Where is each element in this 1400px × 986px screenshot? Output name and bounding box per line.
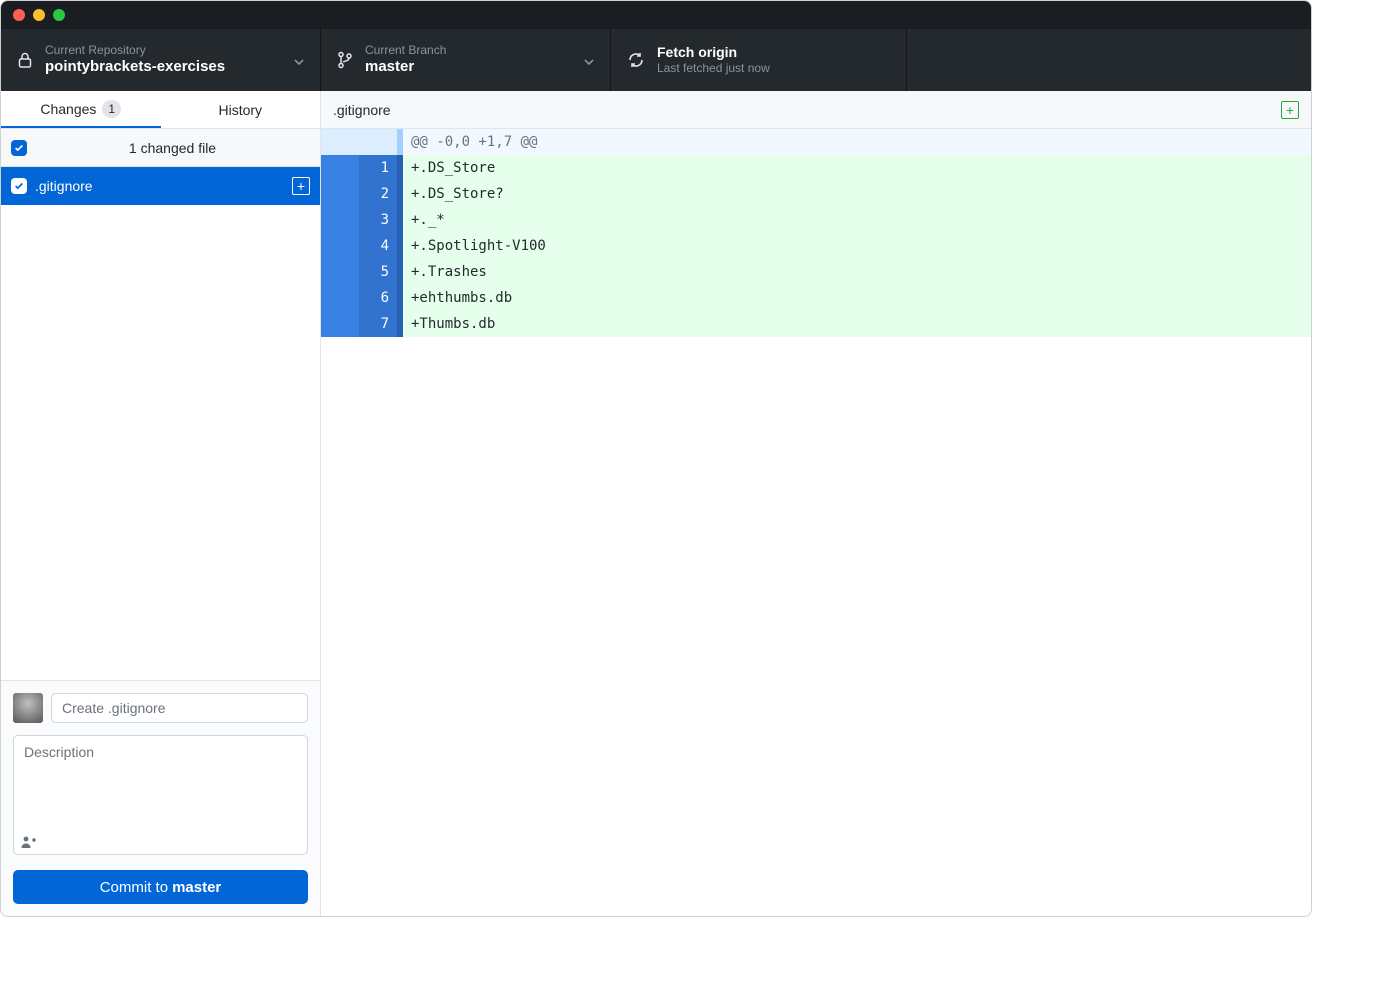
avatar xyxy=(13,693,43,723)
commit-form: Commit to master xyxy=(1,680,320,916)
add-coauthor-icon[interactable] xyxy=(21,835,37,852)
line-number: 7 xyxy=(359,311,397,337)
line-number: 1 xyxy=(359,155,397,181)
diff-line[interactable]: 3 +._* xyxy=(321,207,1311,233)
fetch-subtitle: Last fetched just now xyxy=(657,61,770,76)
diff-pane: .gitignore + @@ -0,0 +1,7 @@ 1 +.DS_Stor… xyxy=(321,91,1311,916)
line-code: +.DS_Store xyxy=(403,155,1311,181)
tab-changes-label: Changes xyxy=(40,101,96,117)
fetch-title: Fetch origin xyxy=(657,44,770,62)
diff-line[interactable]: 7 +Thumbs.db xyxy=(321,311,1311,337)
sync-icon xyxy=(627,51,645,69)
diff-added-icon: + xyxy=(1281,101,1299,119)
commit-button-branch: master xyxy=(172,879,221,896)
window-close-button[interactable] xyxy=(13,9,25,21)
line-number: 4 xyxy=(359,233,397,259)
line-number: 6 xyxy=(359,285,397,311)
line-code: +.Trashes xyxy=(403,259,1311,285)
commit-description-input[interactable] xyxy=(13,735,308,855)
line-code: +ehthumbs.db xyxy=(403,285,1311,311)
body: Changes 1 History 1 changed file xyxy=(1,91,1311,916)
hunk-text: @@ -0,0 +1,7 @@ xyxy=(403,129,1311,155)
repo-name: pointybrackets-exercises xyxy=(45,58,225,77)
changes-header: 1 changed file xyxy=(1,129,320,167)
line-number: 3 xyxy=(359,207,397,233)
line-code: +._* xyxy=(403,207,1311,233)
diff-file-title: .gitignore xyxy=(333,102,1273,118)
file-checkbox[interactable] xyxy=(11,178,27,194)
tab-history-label: History xyxy=(218,102,262,118)
diff-file-header: .gitignore + xyxy=(321,91,1311,129)
chevron-down-icon xyxy=(294,52,304,68)
line-number: 5 xyxy=(359,259,397,285)
branch-name: master xyxy=(365,58,446,77)
changed-file-row[interactable]: .gitignore + xyxy=(1,167,320,205)
line-code: +.Spotlight-V100 xyxy=(403,233,1311,259)
tab-changes[interactable]: Changes 1 xyxy=(1,91,161,128)
lock-icon xyxy=(17,51,33,69)
window-minimize-button[interactable] xyxy=(33,9,45,21)
window-zoom-button[interactable] xyxy=(53,9,65,21)
diff-line[interactable]: 4 +.Spotlight-V100 xyxy=(321,233,1311,259)
line-number: 2 xyxy=(359,181,397,207)
file-added-icon: + xyxy=(292,177,310,195)
sidebar: Changes 1 History 1 changed file xyxy=(1,91,321,916)
sidebar-tabs: Changes 1 History xyxy=(1,91,320,129)
fetch-origin-button[interactable]: Fetch origin Last fetched just now xyxy=(611,29,907,91)
diff-content: @@ -0,0 +1,7 @@ 1 +.DS_Store 2 +.DS_Stor… xyxy=(321,129,1311,337)
file-name: .gitignore xyxy=(35,178,284,194)
app-window: Current Repository pointybrackets-exerci… xyxy=(0,0,1312,917)
diff-line[interactable]: 6 +ehthumbs.db xyxy=(321,285,1311,311)
tab-changes-count: 1 xyxy=(102,100,121,118)
select-all-checkbox[interactable] xyxy=(11,140,27,156)
diff-line[interactable]: 5 +.Trashes xyxy=(321,259,1311,285)
diff-hunk-header: @@ -0,0 +1,7 @@ xyxy=(321,129,1311,155)
diff-line[interactable]: 2 +.DS_Store? xyxy=(321,181,1311,207)
line-code: +Thumbs.db xyxy=(403,311,1311,337)
toolbar: Current Repository pointybrackets-exerci… xyxy=(1,29,1311,91)
commit-button-prefix: Commit to xyxy=(100,879,168,896)
git-branch-icon xyxy=(337,51,353,69)
tab-history[interactable]: History xyxy=(161,91,321,128)
changed-files-count: 1 changed file xyxy=(35,140,310,156)
commit-button[interactable]: Commit to master xyxy=(13,870,308,904)
branch-selector[interactable]: Current Branch master xyxy=(321,29,611,91)
repo-label: Current Repository xyxy=(45,43,225,58)
diff-line[interactable]: 1 +.DS_Store xyxy=(321,155,1311,181)
line-code: +.DS_Store? xyxy=(403,181,1311,207)
repository-selector[interactable]: Current Repository pointybrackets-exerci… xyxy=(1,29,321,91)
changed-files-list: .gitignore + xyxy=(1,167,320,680)
chevron-down-icon xyxy=(584,52,594,68)
titlebar xyxy=(1,1,1311,29)
branch-label: Current Branch xyxy=(365,43,446,58)
commit-summary-input[interactable] xyxy=(51,693,308,723)
